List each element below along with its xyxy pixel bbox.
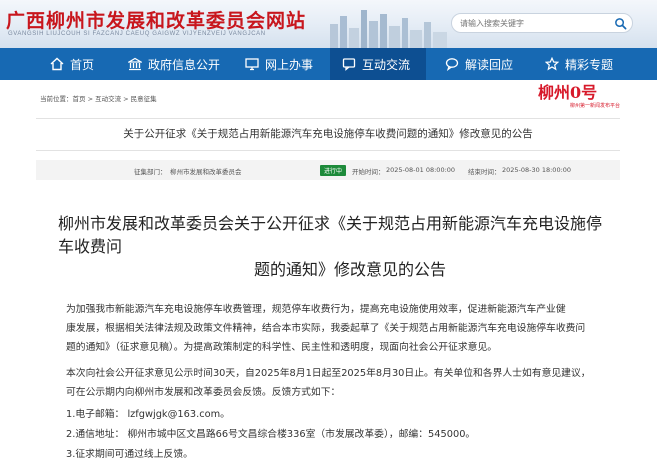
site-header: 广西柳州市发展和改革委员会网站 GVANGSIH LIUJCOUH SI FAZ… (0, 0, 657, 48)
nav-item-online-service[interactable]: 网上办事 (245, 48, 325, 80)
article-title-line: 柳州市发展和改革委员会关于公开征求《关于规范占用新能源汽车充电设施停车收费问 (58, 214, 603, 256)
home-icon (50, 57, 64, 71)
chat-icon (342, 58, 356, 71)
paragraph-line: 题的通知》（征求意见稿）。为提高政策制定的科学性、民主性和透明度，现面向社会公开… (66, 342, 498, 353)
paragraph-line: 康发展，根据相关法律法规及政策文件精神，结合本市实际，我委起草了《关于规范占用新… (66, 323, 586, 334)
paragraph-line: 可在公示期内向柳州市发展和改革委员会反馈。反馈方式如下： (66, 387, 341, 398)
building-icon (128, 57, 142, 71)
logo-main-text: 柳州0号 (538, 83, 598, 102)
paragraph-line: 为加强我市新能源汽车充电设施停车收费管理，规范停车收费行为，提高充电设施使用效率… (66, 304, 566, 315)
nav-item-gov-info[interactable]: 政府信息公开 (128, 48, 228, 80)
divider (36, 150, 620, 151)
article-title-line: 题的通知》修改意见的公告 (254, 260, 447, 279)
article-title: 柳州市发展和改革委员会关于公开征求《关于规范占用新能源汽车充电设施停车收费问 题… (58, 212, 603, 281)
nav-item-featured[interactable]: 精彩专题 (545, 48, 625, 80)
status-badge: 进行中 (320, 165, 347, 176)
nav-item-label: 政府信息公开 (148, 57, 221, 72)
dept-label: 征集部门： (134, 168, 167, 176)
site-title[interactable]: 广西柳州市发展和改革委员会网站 (6, 6, 306, 33)
nav-item-interaction[interactable]: 互动交流 (330, 48, 426, 80)
monitor-icon (245, 58, 259, 71)
breadcrumb[interactable]: 当前位置：首页 > 互动交流 > 民意征集 (40, 93, 157, 103)
city-skyline-image (330, 10, 447, 48)
paragraph-line: 本次向社会公开征求意见公示时间30天，自2025年8月1日起至2025年8月30… (66, 368, 591, 379)
divider (36, 118, 620, 119)
notice-title: 关于公开征求《关于规范占用新能源汽车充电设施停车收费问题的通知》修改意见的公告 (123, 128, 533, 140)
nav-item-interpretation[interactable]: 解读回应 (445, 48, 525, 80)
nav-item-label: 解读回应 (465, 57, 514, 72)
nav-item-label: 网上办事 (265, 57, 314, 72)
start-label: 开始时间： (352, 168, 385, 176)
start-value: 2025-08-01 08:00:00 (386, 166, 456, 174)
site-subtitle: GVANGSIH LIUJCOUH SI FAZCANJ CAEUQ GAIGW… (8, 31, 266, 37)
contact-address: 2.通信地址： 柳州市城中区文昌路66号文昌综合楼336室（市发展改革委），邮编… (66, 429, 476, 440)
liuzhou-logo[interactable]: 柳州0号 柳州第一新闻发布平台 (534, 79, 622, 115)
end-label: 结束时间： (468, 168, 501, 176)
speech-icon (445, 58, 459, 71)
main-nav: 首页 政府信息公开 网上办事 互动交流 解读回应 精彩专题 (0, 48, 657, 80)
nav-item-label: 首页 (70, 57, 95, 72)
nav-item-home[interactable]: 首页 (50, 48, 110, 80)
contact-online: 3.征求期间可通过线上反馈。 (66, 449, 193, 460)
contact-email: 1.电子邮箱： lzfgwjgk@163.com。 (66, 409, 230, 420)
star-icon (545, 57, 559, 71)
end-value: 2025-08-30 18:00:00 (502, 166, 572, 174)
nav-item-label: 精彩专题 (565, 57, 614, 72)
dept-value: 柳州市发展和改革委员会 (170, 168, 242, 176)
logo-subtitle: 柳州第一新闻发布平台 (570, 103, 621, 109)
search-input[interactable] (460, 16, 610, 30)
nav-item-label: 互动交流 (362, 57, 411, 72)
meta-bar: 征集部门： 柳州市发展和改革委员会 进行中 开始时间： 2025-08-01 0… (36, 160, 620, 180)
search-box (451, 13, 633, 33)
search-icon[interactable] (614, 17, 627, 30)
